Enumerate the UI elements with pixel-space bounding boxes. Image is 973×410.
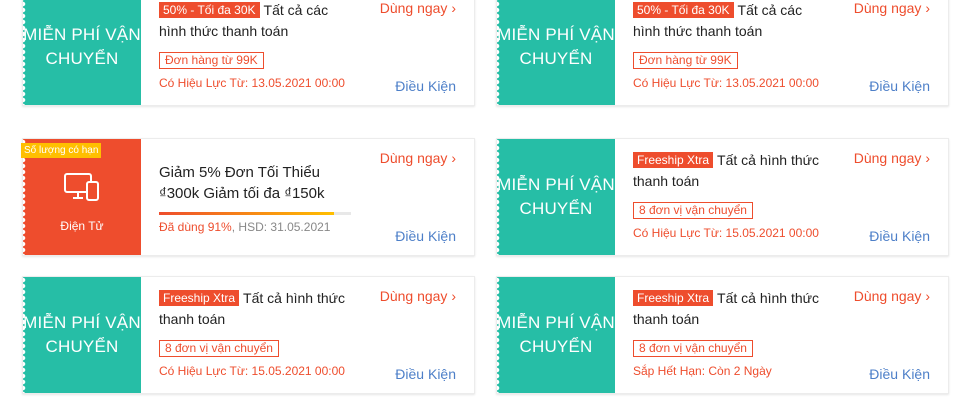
computer-devices-icon [64, 173, 99, 201]
voucher-condition: 8 đơn vị vận chuyển [159, 340, 279, 357]
voucher-validity: Sắp Hết Hạn: Còn 2 Ngày [633, 364, 772, 378]
voucher-free-shipping-panel: MIỄN PHÍ VẬN CHUYỂN [23, 0, 141, 105]
terms-link[interactable]: Điều Kiện [395, 78, 456, 94]
use-now-button[interactable]: Dùng ngay › [380, 288, 456, 304]
chevron-right-icon: › [925, 288, 930, 304]
voucher-card: MIỄN PHÍ VẬN CHUYỂN Freeship Xtra Tất cả … [496, 276, 949, 394]
free-shipping-title: MIỄN PHÍ VẬN CHUYỂN [497, 175, 615, 218]
voucher-free-shipping-panel: MIỄN PHÍ VẬN CHUYỂN [497, 277, 615, 393]
chevron-right-icon: › [925, 0, 930, 16]
voucher-title: Giảm 5% Đơn Tối Thiểu ₫300k Giảm tối đa … [159, 164, 325, 202]
voucher-condition: 8 đơn vị vận chuyển [633, 202, 753, 219]
category-label: Điện Tử [60, 219, 104, 233]
voucher-category-panel: Số lượng có hạn Điện Tử [21, 139, 141, 255]
chevron-right-icon: › [451, 0, 456, 16]
voucher-headline: 50% - Tối đa 30K Tất cả các hình thức tha… [159, 2, 329, 39]
terms-link[interactable]: Điều Kiện [395, 228, 456, 244]
free-shipping-title: MIỄN PHÍ VẬN CHUYỂN [497, 313, 615, 356]
voucher-condition: 8 đơn vị vận chuyển [633, 340, 753, 357]
voucher-tag: Freeship Xtra [633, 290, 714, 306]
voucher-free-shipping-panel: MIỄN PHÍ VẬN CHUYỂN [23, 277, 141, 393]
voucher-card: MIỄN PHÍ VẬN CHUYỂN Freeship Xtra Tất cả … [496, 138, 949, 256]
free-shipping-title: MIỄN PHÍ VẬN CHUYỂN [23, 25, 141, 68]
voucher-headline: Freeship Xtra Tất cả hình thức thanh toán [633, 152, 820, 189]
use-now-button[interactable]: Dùng ngay › [854, 288, 930, 304]
voucher-validity: Có Hiệu Lực Từ: 13.05.2021 00:00 [159, 76, 345, 90]
use-now-button[interactable]: Dùng ngay › [380, 150, 456, 166]
terms-link[interactable]: Điều Kiện [869, 228, 930, 244]
voucher-tag: Freeship Xtra [159, 290, 240, 306]
usage-text: Đã dùng 91%, HSD: 31.05.2021 [159, 220, 331, 234]
voucher-card: MIỄN PHÍ VẬN CHUYỂN 50% - Tối đa 30K Tất … [22, 0, 475, 106]
terms-link[interactable]: Điều Kiện [869, 366, 930, 382]
voucher-tag: 50% - Tối đa 30K [633, 2, 734, 18]
chevron-right-icon: › [925, 150, 930, 166]
free-shipping-title: MIỄN PHÍ VẬN CHUYỂN [497, 25, 615, 68]
use-now-button[interactable]: Dùng ngay › [854, 0, 930, 16]
voucher-tag: 50% - Tối đa 30K [159, 2, 260, 18]
voucher-card: MIỄN PHÍ VẬN CHUYỂN 50% - Tối đa 30K Tất … [496, 0, 949, 106]
voucher-free-shipping-panel: MIỄN PHÍ VẬN CHUYỂN [497, 139, 615, 255]
terms-link[interactable]: Điều Kiện [869, 78, 930, 94]
voucher-tag: Freeship Xtra [633, 152, 714, 168]
voucher-card: MIỄN PHÍ VẬN CHUYỂN Freeship Xtra Tất cả … [22, 276, 475, 394]
use-now-button[interactable]: Dùng ngay › [854, 150, 930, 166]
chevron-right-icon: › [451, 288, 456, 304]
voucher-headline: Freeship Xtra Tất cả hình thức thanh toán [159, 290, 346, 327]
voucher-validity: Có Hiệu Lực Từ: 15.05.2021 00:00 [633, 226, 819, 240]
voucher-free-shipping-panel: MIỄN PHÍ VẬN CHUYỂN [497, 0, 615, 105]
voucher-validity: Có Hiệu Lực Từ: 13.05.2021 00:00 [633, 76, 819, 90]
use-now-button[interactable]: Dùng ngay › [380, 0, 456, 16]
voucher-validity: Có Hiệu Lực Từ: 15.05.2021 00:00 [159, 364, 345, 378]
usage-progress-bar [159, 212, 351, 215]
free-shipping-title: MIỄN PHÍ VẬN CHUYỂN [23, 313, 141, 356]
voucher-condition: Đơn hàng từ 99K [633, 52, 738, 69]
voucher-condition: Đơn hàng từ 99K [159, 52, 264, 69]
voucher-headline: 50% - Tối đa 30K Tất cả các hình thức tha… [633, 2, 803, 39]
voucher-card: Số lượng có hạn Điện Tử Giảm 5% Đơn Tối … [21, 138, 475, 256]
voucher-headline: Freeship Xtra Tất cả hình thức thanh toán [633, 290, 820, 327]
limited-quantity-badge: Số lượng có hạn [21, 143, 102, 158]
chevron-right-icon: › [451, 150, 456, 166]
terms-link[interactable]: Điều Kiện [395, 366, 456, 382]
